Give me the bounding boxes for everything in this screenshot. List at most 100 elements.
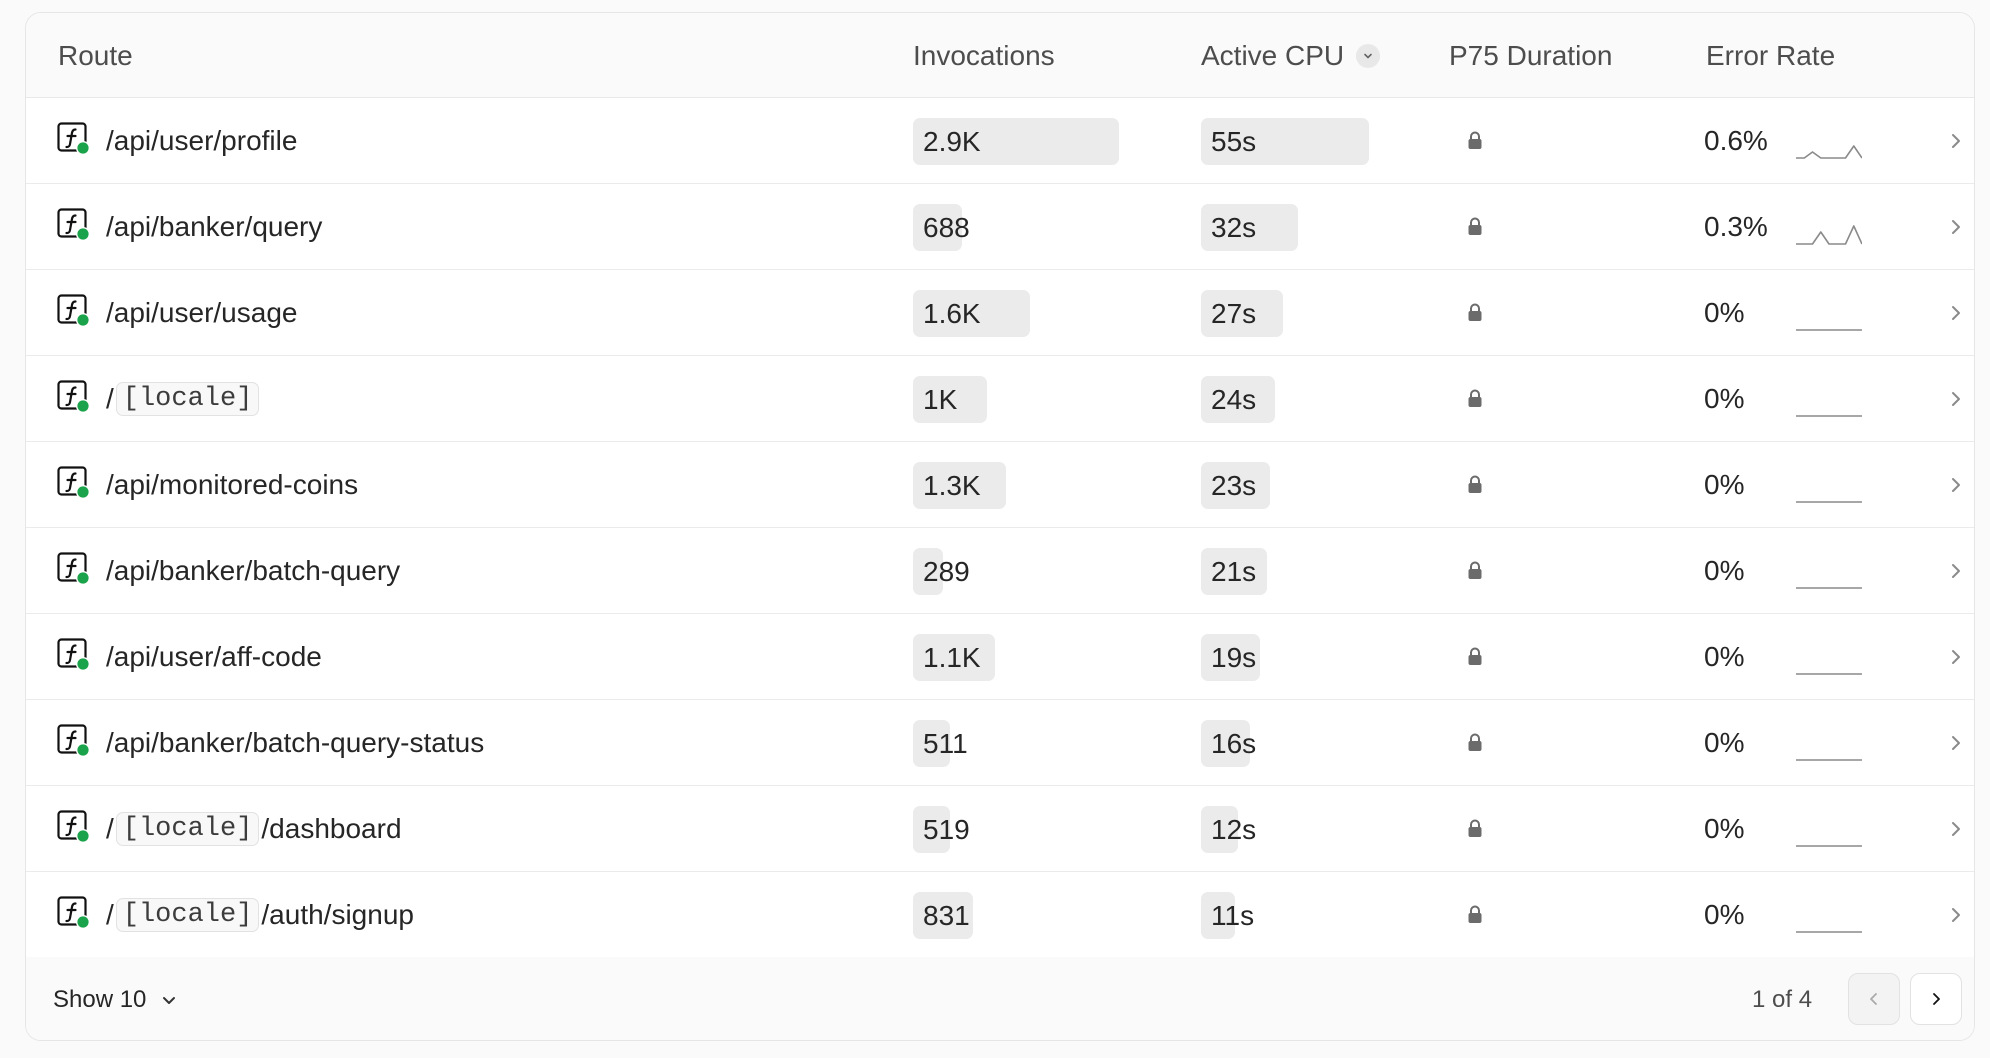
chevron-down-icon[interactable] bbox=[1356, 43, 1381, 68]
route-path[interactable]: /api/user/usage bbox=[106, 270, 297, 356]
chevron-right-icon[interactable] bbox=[1946, 129, 1966, 153]
status-dot bbox=[77, 486, 89, 498]
previous-page-button[interactable] bbox=[1848, 973, 1900, 1025]
active-cpu-value: 27s bbox=[1211, 298, 1257, 329]
error-rate-value: 0% bbox=[1704, 555, 1745, 586]
invocations-value: 2.9K bbox=[923, 126, 981, 157]
error-rate-sparkline bbox=[1796, 931, 1862, 933]
route-segment: / bbox=[106, 899, 114, 930]
table-row[interactable]: /api/banker/batch-query-status 511 16s 0% bbox=[26, 700, 1974, 786]
active-cpu-value: 24s bbox=[1211, 384, 1257, 415]
route-header-label: Route bbox=[58, 39, 133, 71]
lock-icon bbox=[1468, 131, 1482, 149]
route-segment: /auth/signup bbox=[261, 899, 414, 930]
route-path[interactable]: / [locale]/auth/signup bbox=[106, 872, 414, 958]
route-param-chip: [locale] bbox=[115, 382, 260, 416]
active-cpu-cell: 24s bbox=[1201, 376, 1401, 423]
invocations-header-label: Invocations bbox=[913, 39, 1055, 71]
route-param-chip: [locale] bbox=[115, 898, 260, 932]
invocations-value: 1.3K bbox=[923, 470, 981, 501]
table-row[interactable]: /api/user/profile 2.9K 55s 0.6% bbox=[26, 98, 1974, 184]
next-page-button[interactable] bbox=[1910, 973, 1962, 1025]
route-path[interactable]: /api/banker/query bbox=[106, 184, 322, 270]
table-row[interactable]: / [locale]/dashboard 519 12s 0% bbox=[26, 786, 1974, 872]
lock-icon bbox=[1468, 647, 1482, 665]
chevron-right-icon[interactable] bbox=[1946, 559, 1966, 583]
active-cpu-cell: 27s bbox=[1201, 290, 1401, 337]
chevron-right-icon[interactable] bbox=[1946, 817, 1966, 841]
invocations-cell: 1.1K bbox=[913, 634, 1133, 681]
show-count-select[interactable]: Show 10 bbox=[53, 957, 178, 1040]
active-cpu-value: 21s bbox=[1211, 556, 1257, 587]
route-segment: /dashboard bbox=[261, 813, 402, 844]
status-dot bbox=[77, 228, 89, 240]
table-row[interactable]: /api/user/aff-code 1.1K 19s 0% bbox=[26, 614, 1974, 700]
status-dot bbox=[77, 830, 89, 842]
show-count-label: Show 10 bbox=[53, 985, 147, 1013]
chevron-right-icon[interactable] bbox=[1946, 301, 1966, 325]
column-header-p75-duration[interactable]: P75 Duration bbox=[1449, 13, 1612, 98]
function-icon bbox=[57, 466, 90, 499]
error-rate-value: 0% bbox=[1704, 727, 1745, 758]
route-path[interactable]: /api/banker/batch-query bbox=[106, 528, 400, 614]
function-icon bbox=[57, 122, 90, 155]
p75-duration-cell bbox=[1466, 184, 1484, 270]
active-cpu-value: 32s bbox=[1211, 212, 1257, 243]
chevron-right-icon[interactable] bbox=[1946, 731, 1966, 755]
error-rate-sparkline bbox=[1796, 501, 1862, 503]
active-cpu-value: 16s bbox=[1211, 728, 1257, 759]
function-icon bbox=[57, 724, 90, 757]
invocations-cell: 688 bbox=[913, 204, 1133, 251]
p75-duration-header-label: P75 Duration bbox=[1449, 39, 1613, 71]
route-path[interactable]: /api/user/profile bbox=[106, 98, 297, 184]
column-header-invocations[interactable]: Invocations bbox=[913, 13, 1055, 98]
error-rate-value: 0% bbox=[1704, 383, 1745, 414]
column-header-error-rate[interactable]: Error Rate bbox=[1706, 13, 1835, 98]
chevron-right-icon[interactable] bbox=[1946, 645, 1966, 669]
route-path[interactable]: /api/banker/batch-query-status bbox=[106, 700, 484, 786]
table-body: /api/user/profile 2.9K 55s 0.6% /api/banker/… bbox=[26, 98, 1974, 958]
p75-duration-cell bbox=[1466, 270, 1484, 356]
lock-icon bbox=[1468, 905, 1482, 923]
error-rate-sparkline bbox=[1796, 587, 1862, 589]
invocations-value: 1K bbox=[923, 384, 958, 415]
p75-duration-cell bbox=[1466, 786, 1484, 872]
chevron-down-icon bbox=[163, 996, 176, 1004]
error-rate-value: 0.3% bbox=[1704, 211, 1768, 242]
invocations-cell: 289 bbox=[913, 548, 1133, 595]
table-row[interactable]: /api/user/usage 1.6K 27s 0% bbox=[26, 270, 1974, 356]
error-rate-sparkline bbox=[1796, 225, 1862, 245]
error-rate-header-label: Error Rate bbox=[1706, 39, 1836, 71]
chevron-right-icon[interactable] bbox=[1946, 473, 1966, 497]
chevron-right-icon[interactable] bbox=[1946, 903, 1966, 927]
column-header-active-cpu[interactable]: Active CPU bbox=[1201, 13, 1381, 98]
route-path[interactable]: / [locale] bbox=[106, 356, 261, 442]
function-icon bbox=[57, 552, 90, 585]
function-icon bbox=[57, 380, 90, 413]
table-row[interactable]: /api/monitored-coins 1.3K 23s 0% bbox=[26, 442, 1974, 528]
status-dot bbox=[77, 142, 89, 154]
status-dot bbox=[77, 744, 89, 756]
table-row[interactable]: /api/banker/query 688 32s 0.3% bbox=[26, 184, 1974, 270]
table-row[interactable]: /api/banker/batch-query 289 21s 0% bbox=[26, 528, 1974, 614]
function-icon bbox=[57, 810, 90, 843]
column-header-route[interactable]: Route bbox=[58, 13, 133, 98]
route-path[interactable]: /api/user/aff-code bbox=[106, 614, 322, 700]
error-rate-value: 0% bbox=[1704, 469, 1745, 500]
error-rate-value: 0.6% bbox=[1704, 125, 1768, 156]
chevron-right-icon[interactable] bbox=[1946, 387, 1966, 411]
route-path[interactable]: / [locale]/dashboard bbox=[106, 786, 402, 872]
active-cpu-cell: 23s bbox=[1201, 462, 1401, 509]
route-path[interactable]: /api/monitored-coins bbox=[106, 442, 358, 528]
status-dot bbox=[77, 916, 89, 928]
table-row[interactable]: / [locale]/auth/signup 831 11s 0% bbox=[26, 872, 1974, 958]
active-cpu-value: 19s bbox=[1211, 642, 1257, 673]
p75-duration-cell bbox=[1466, 356, 1484, 442]
active-cpu-cell: 12s bbox=[1201, 806, 1401, 853]
routes-table: Route Invocations Active CPU P75 Duratio… bbox=[25, 12, 1975, 1041]
invocations-value: 289 bbox=[923, 556, 970, 587]
invocations-value: 519 bbox=[923, 814, 970, 845]
chevron-right-icon[interactable] bbox=[1946, 215, 1966, 239]
error-rate-sparkline bbox=[1796, 145, 1862, 159]
table-row[interactable]: / [locale] 1K 24s 0% bbox=[26, 356, 1974, 442]
